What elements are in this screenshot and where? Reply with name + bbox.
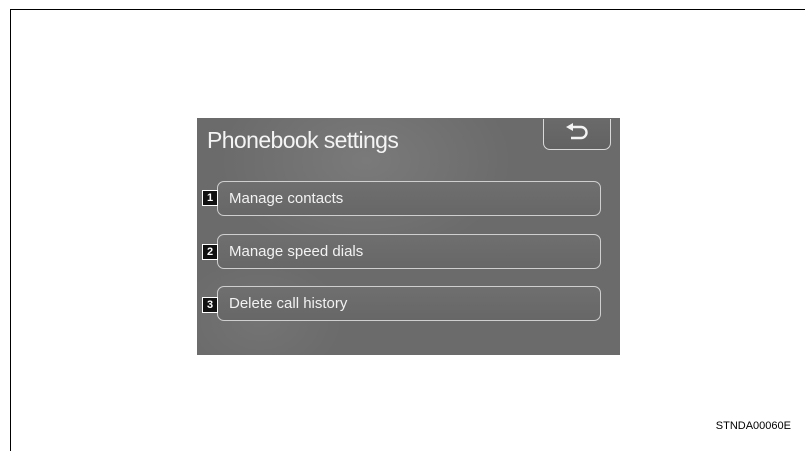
manage-contacts-label: Manage contacts bbox=[229, 190, 344, 207]
figure-frame-left-border bbox=[10, 9, 11, 451]
figure-code-label: STNDA00060E bbox=[715, 420, 791, 432]
manage-speed-dials-label: Manage speed dials bbox=[229, 243, 364, 260]
return-arrow-icon bbox=[564, 122, 590, 146]
callout-number-badge: 3 bbox=[202, 297, 218, 313]
back-button[interactable] bbox=[543, 119, 611, 150]
callout-number-badge: 1 bbox=[202, 190, 218, 206]
page-title: Phonebook settings bbox=[207, 127, 399, 153]
delete-call-history-button[interactable]: Delete call history bbox=[217, 286, 601, 321]
delete-call-history-label: Delete call history bbox=[229, 295, 348, 312]
figure-frame-top-border bbox=[10, 9, 805, 10]
manage-contacts-button[interactable]: Manage contacts bbox=[217, 181, 601, 216]
manage-speed-dials-button[interactable]: Manage speed dials bbox=[217, 234, 601, 269]
callout-number-badge: 2 bbox=[202, 244, 218, 260]
phonebook-settings-screen: Phonebook settings Manage contacts 1 Man… bbox=[197, 118, 620, 355]
